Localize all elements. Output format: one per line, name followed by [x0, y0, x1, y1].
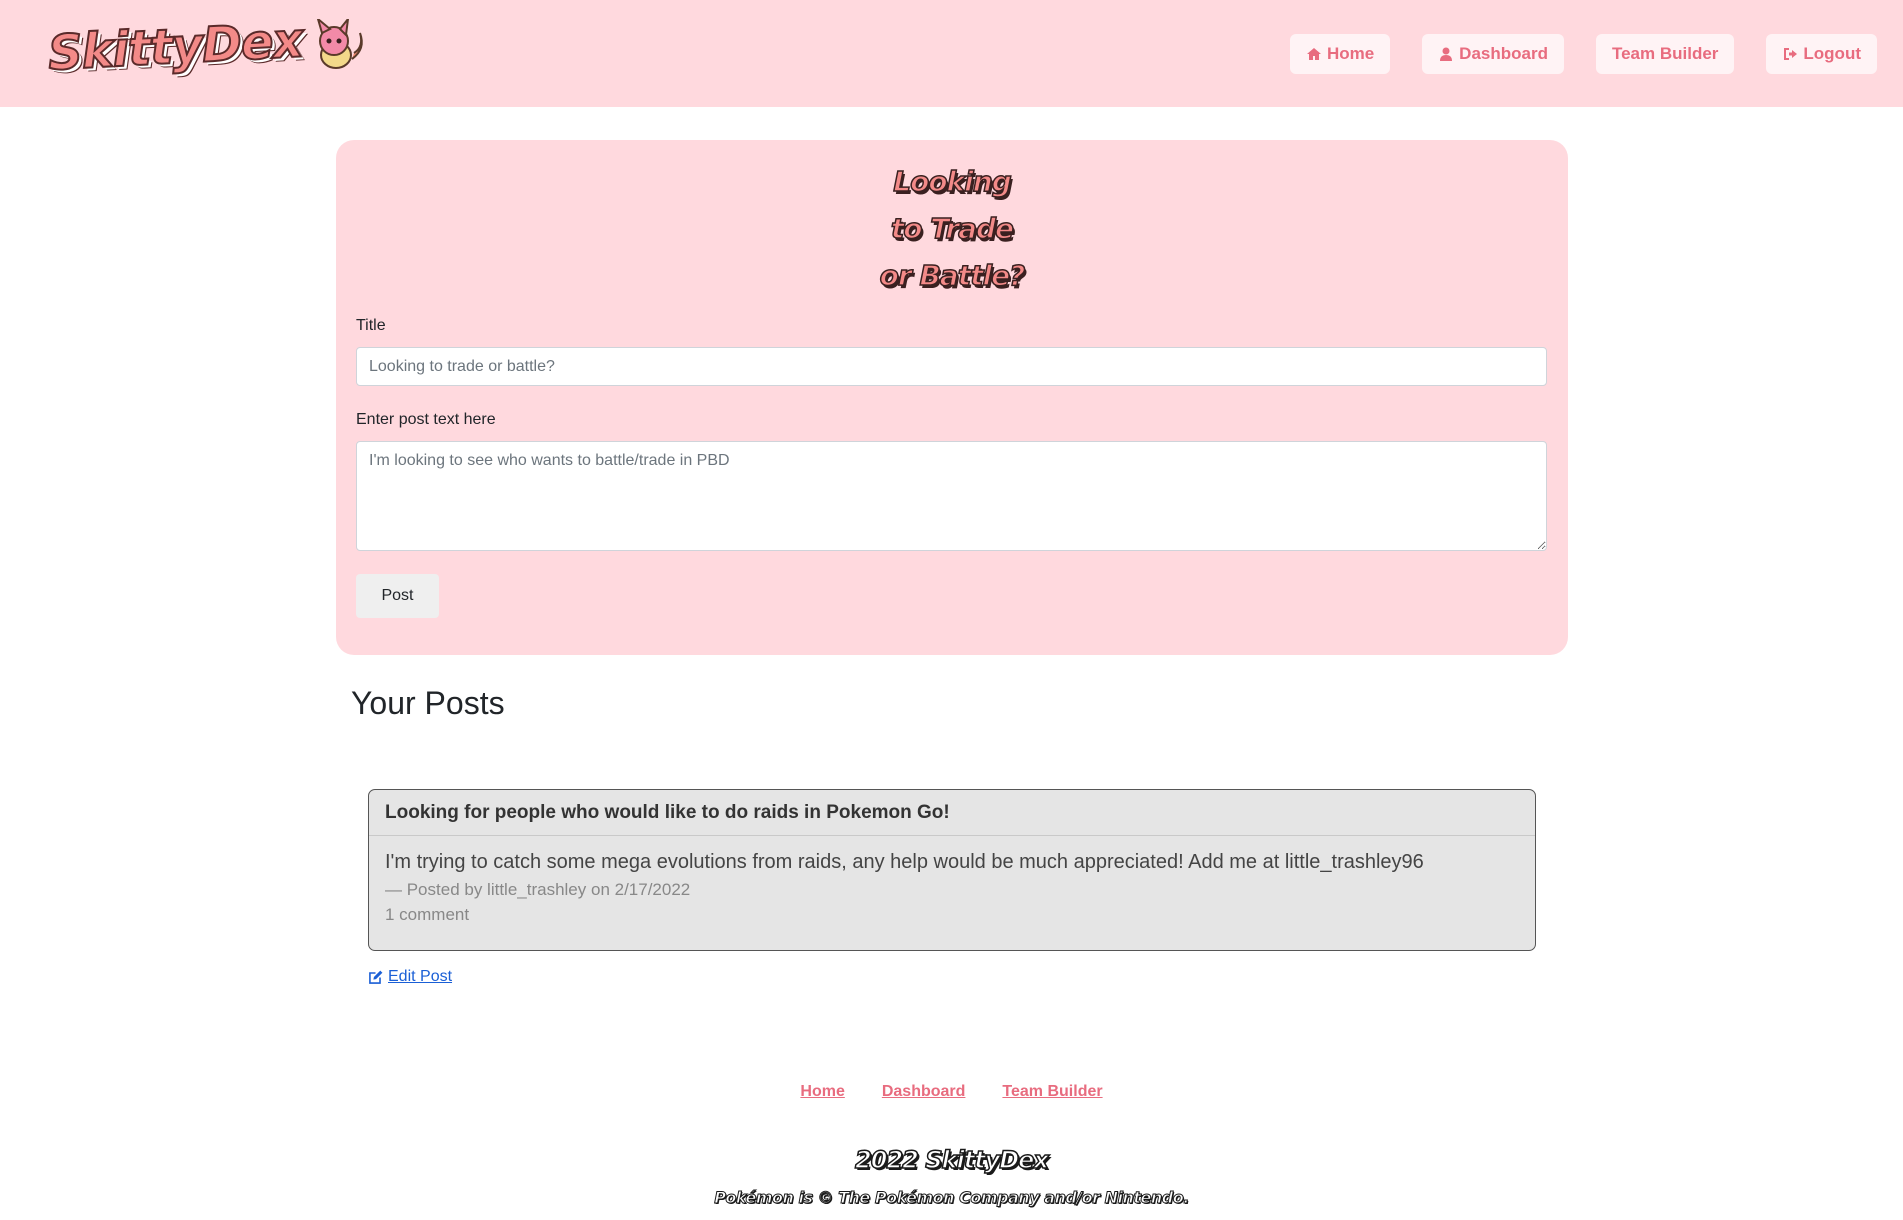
post-card[interactable]: Looking for people who would like to do … — [368, 789, 1536, 951]
site-header: SkittyDex Home Dashboard Team Builder Lo… — [0, 0, 1903, 107]
post-text-label: Enter post text here — [356, 411, 496, 428]
nav-dashboard-label: Dashboard — [1459, 44, 1548, 63]
edit-post-link[interactable]: Edit Post — [367, 968, 452, 986]
form-heading-text: Looking to Trade or Battle? — [879, 164, 1026, 293]
post-title: Looking for people who would like to do … — [369, 790, 1535, 836]
footer-home-link[interactable]: Home — [800, 1083, 844, 1101]
footer-team-builder-link[interactable]: Team Builder — [1002, 1083, 1102, 1101]
disclaimer-text: Pokémon is © The Pokémon Company and/or … — [714, 1188, 1190, 1208]
nav-team-builder-label: Team Builder — [1611, 44, 1719, 63]
post-body: I'm trying to catch some mega evolutions… — [369, 836, 1535, 928]
footer-nav: Home Dashboard Team Builder — [0, 1083, 1903, 1101]
skitty-icon — [317, 19, 364, 69]
post-button[interactable]: Post — [356, 574, 439, 618]
user-icon — [1440, 47, 1453, 61]
site-logo[interactable]: SkittyDex — [46, 11, 368, 83]
copyright-text: 2022 SkittyDex — [854, 1145, 1049, 1175]
title-label: Title — [356, 317, 386, 334]
edit-icon — [369, 970, 383, 984]
form-heading: Looking to Trade or Battle? — [336, 158, 1568, 299]
title-input[interactable] — [356, 347, 1547, 386]
your-posts-heading: Your Posts — [351, 685, 505, 721]
footer-dashboard-link[interactable]: Dashboard — [882, 1083, 966, 1101]
edit-post-label: Edit Post — [388, 968, 453, 985]
post-text-input[interactable] — [356, 441, 1547, 551]
post-meta: — Posted by little_trashley on 2/17/2022 — [385, 880, 691, 899]
home-icon — [1306, 48, 1321, 60]
nav-home-button[interactable]: Home — [1289, 34, 1391, 74]
post-comments-count[interactable]: 1 comment — [385, 902, 1519, 928]
post-text: I'm trying to catch some mega evolutions… — [385, 851, 1424, 873]
nav-logout-button[interactable]: Logout — [1766, 34, 1877, 74]
nav-home-label: Home — [1326, 44, 1375, 63]
nav-dashboard-button[interactable]: Dashboard — [1422, 34, 1564, 74]
nav-team-builder-button[interactable]: Team Builder — [1595, 34, 1735, 74]
logout-icon — [1784, 48, 1798, 60]
new-post-card: Looking to Trade or Battle? Title Enter … — [336, 140, 1568, 655]
logo-text: SkittyDex — [46, 11, 305, 82]
nav-logout-label: Logout — [1803, 44, 1861, 63]
main-nav: Home Dashboard Team Builder Logout — [1289, 34, 1877, 74]
